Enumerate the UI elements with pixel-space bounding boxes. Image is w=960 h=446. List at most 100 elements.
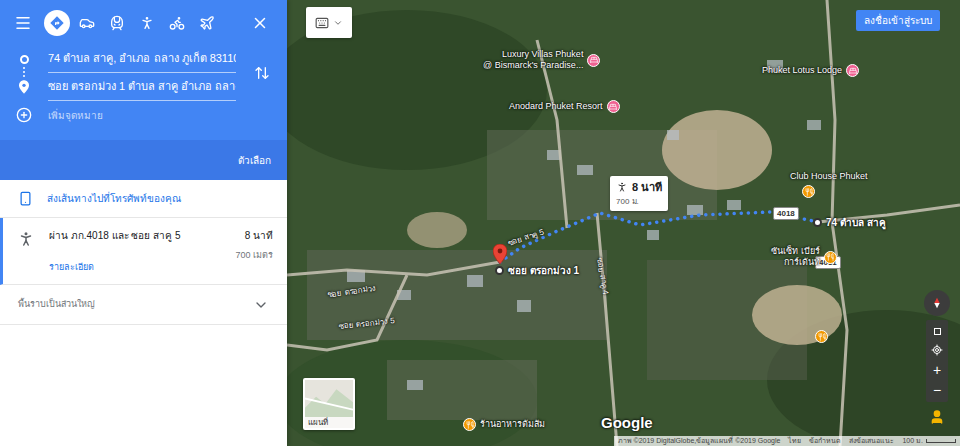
swap-button[interactable] [250,61,274,85]
place-label[interactable]: ซันเซ็ท เบียร์การ์เด้นท์ [771,246,820,268]
options-button[interactable]: ตัวเลือก [238,153,271,168]
zoom-out-button[interactable]: − [927,381,947,399]
route-option[interactable]: ผ่าน ภก.4018 และ ซอย สาคู 5 รายละเอียด 8 น… [0,218,287,285]
map-controls: +− [924,290,950,428]
flight-icon [199,15,215,31]
chevron-down-icon [253,297,269,313]
send-to-phone-row[interactable]: ส่งเส้นทางไปที่โทรศัพท์ของคุณ [0,180,287,218]
terms-link[interactable]: ข้อกำหนด [809,436,841,446]
place: ซันเซ็ท เบียร์การ์เด้นท์ [771,246,837,268]
place: Anodard Phuket Resort [509,100,620,113]
add-stop-row[interactable]: เพิ่มจุดหมาย [0,101,287,129]
car-icon [79,15,95,31]
place-label[interactable]: Phuket Lotus Lodge [762,65,842,76]
place-label[interactable]: Luxury Villas Phuket@ Bismarck's Paradis… [483,49,583,71]
destination-field[interactable]: ซอย ตรอกม่วง 1 ตำบล สาคู อำเภอ ถลาง [48,73,236,101]
menu-button[interactable] [10,10,36,36]
google-logo: Google [601,412,653,435]
pegman-button[interactable] [927,406,947,428]
destination-pin-icon [19,80,29,94]
place: ร้านอาหารต้มส้ม [463,418,545,431]
place: Phuket Lotus Lodge [762,64,859,77]
route-dots-icon [23,67,25,77]
place-label[interactable]: Club House Phuket [790,171,868,182]
add-stop-label: เพิ่มจุดหมาย [48,108,103,123]
hotel-icon[interactable] [607,100,620,113]
directions-panel: 74 ตำบล สาคู, อำเภอ ถลาง ภูเก็ต 83110ซอย… [0,0,287,446]
origin-field[interactable]: 74 ตำบล สาคู, อำเภอ ถลาง ภูเก็ต 83110 [48,45,236,73]
menu-icon [14,14,32,32]
route-details-link[interactable]: รายละเอียด [49,261,221,275]
walking-route [500,212,818,262]
language-link[interactable]: ไทย [788,436,801,446]
tilt-button[interactable] [927,323,947,339]
destination-pin-icon[interactable] [493,244,507,264]
directions-icon [49,15,65,31]
route-fields: 74 ตำบล สาคู, อำเภอ ถลาง ภูเก็ต 83110ซอย… [0,45,287,101]
send-to-phone-label: ส่งเส้นทางไปที่โทรศัพท์ของคุณ [47,191,181,206]
add-icon [16,107,32,123]
map-view[interactable]: ซอย สาคู 5ซอย ตรอกม่วงซอย ตรอกม่วง 5ซอย … [287,0,960,446]
walk-icon [616,181,628,193]
zoom-in-button[interactable]: + [927,361,947,379]
feedback-link[interactable]: ส่งข้อเสนอแนะ [849,436,894,446]
destination-circle-icon [495,266,504,275]
map-type-label: แผนที่ [305,417,353,428]
phone-icon [18,191,33,206]
route-via: ผ่าน ภก.4018 และ ซอย สาคู 5 [49,228,221,243]
route-duration: 8 นาที [245,228,273,243]
hotel-icon[interactable] [846,64,859,77]
destination-label: ซอย ตรอกม่วง 1 [508,263,579,278]
place: Luxury Villas Phuket@ Bismarck's Paradis… [483,49,600,71]
travel-mode-button[interactable] [194,10,220,36]
place-label[interactable]: Anodard Phuket Resort [509,101,603,112]
map-footer: ภาพ ©2019 DigitalGlobe,ข้อมูลแผนที่ ©201… [614,436,960,446]
route-badge-distance: 700 ม. [616,196,662,208]
travel-mode-button[interactable] [134,10,160,36]
route-badge-duration: 8 นาที [632,179,662,196]
route-shield: 4018 [773,207,799,220]
route-inputs: 74 ตำบล สาคู, อำเภอ ถลาง ภูเก็ต 83110ซอย… [48,45,236,101]
restaurant-icon[interactable] [815,330,828,343]
hotel-icon[interactable] [587,54,600,67]
travel-mode-button[interactable] [74,10,100,36]
close-icon [251,14,269,32]
scale-bar-icon [926,439,956,443]
place: Club House Phuket [790,171,868,198]
location-icon [931,344,943,356]
restaurant-icon[interactable] [824,251,837,264]
my-location-button[interactable] [927,341,947,359]
swap-icon [254,65,270,81]
restaurant-icon[interactable] [463,418,476,431]
terrain-thumbnail-icon [305,380,353,417]
place-label[interactable]: ร้านอาหารต้มส้ม [480,419,545,430]
close-button[interactable] [247,10,273,36]
compass-button[interactable] [924,290,950,316]
walk-icon [17,230,35,248]
origin-circle-icon [813,218,822,227]
origin-label: 74 ตำบล สาคู [826,215,886,230]
origin-marker[interactable]: 74 ตำบล สาคู [813,215,886,230]
origin-dot-icon [20,55,29,64]
terrain-row[interactable]: พื้นราบเป็นส่วนใหญ่ [0,285,287,325]
keyboard-button[interactable] [306,7,352,38]
destination-marker[interactable]: ซอย ตรอกม่วง 1 [495,263,579,278]
attribution: ภาพ ©2019 DigitalGlobe,ข้อมูลแผนที่ ©201… [618,436,781,446]
walk-icon [139,15,155,31]
travel-mode-button[interactable] [164,10,190,36]
route-badge[interactable]: 8 นาที700 ม. [610,176,668,211]
bike-icon [169,15,185,31]
place [815,330,828,343]
map-type-toggle[interactable]: แผนที่ [303,378,355,430]
scale[interactable]: 100 ม. [902,436,956,446]
travel-mode-button[interactable] [104,10,130,36]
travel-mode-button[interactable] [44,10,70,36]
route-distance: 700 เมตร [235,249,273,263]
restaurant-icon[interactable] [802,185,815,198]
transit-icon [109,15,125,31]
zoom-controls: +− [926,320,948,402]
terrain-label: พื้นราบเป็นส่วนใหญ่ [18,298,95,312]
travel-modes [44,10,220,36]
mode-bar [0,0,287,45]
sign-in-button[interactable]: ลงชื่อเข้าสู่ระบบ [856,10,940,31]
